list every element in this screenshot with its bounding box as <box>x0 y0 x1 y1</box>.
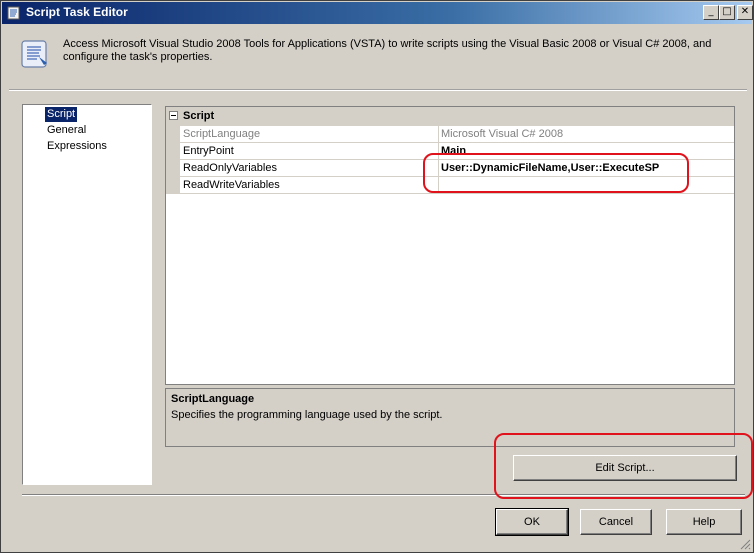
collapse-icon[interactable] <box>169 111 178 120</box>
nav-item-script[interactable]: Script <box>45 107 78 122</box>
nav-item-general[interactable]: General <box>45 123 88 138</box>
property-value-entry-point[interactable]: Main <box>439 143 734 160</box>
description-panel: ScriptLanguage Specifies the programming… <box>165 388 735 447</box>
row-gutter <box>166 143 180 160</box>
close-button[interactable]: ✕ <box>737 5 753 20</box>
property-value-script-language[interactable]: Microsoft Visual C# 2008 <box>439 126 734 143</box>
property-value-read-write-variables[interactable] <box>439 177 734 194</box>
footer-separator <box>22 494 745 496</box>
script-task-editor-window: Script Task Editor _ □ ✕ Access Microsof… <box>0 0 754 553</box>
property-name: ReadWriteVariables <box>180 177 439 194</box>
property-name: EntryPoint <box>180 143 439 160</box>
page-navigation-list[interactable]: Script General Expressions <box>22 104 152 485</box>
resize-grip-icon[interactable] <box>739 538 751 550</box>
property-grid[interactable]: Script ScriptLanguage Microsoft Visual C… <box>165 106 735 385</box>
property-name: ScriptLanguage <box>180 126 439 143</box>
property-row-script-language[interactable]: ScriptLanguage Microsoft Visual C# 2008 <box>166 126 734 143</box>
property-value-read-only-variables[interactable]: User::DynamicFileName,User::ExecuteSP <box>439 160 734 177</box>
row-gutter <box>166 177 180 194</box>
script-task-icon <box>6 5 22 21</box>
category-label: Script <box>183 110 215 122</box>
row-gutter <box>166 126 180 143</box>
minimize-button[interactable]: _ <box>703 5 719 20</box>
header-description: Access Microsoft Visual Studio 2008 Tool… <box>63 38 712 63</box>
property-name: ReadOnlyVariables <box>180 160 439 177</box>
header-separator <box>9 89 747 91</box>
script-scroll-icon <box>19 37 53 71</box>
property-row-read-only-variables[interactable]: ReadOnlyVariables User::DynamicFileName,… <box>166 160 734 177</box>
help-button[interactable]: Help <box>666 509 742 535</box>
property-row-read-write-variables[interactable]: ReadWriteVariables <box>166 177 734 194</box>
category-row-script[interactable]: Script <box>166 107 734 126</box>
window-title: Script Task Editor <box>26 5 128 19</box>
row-gutter <box>166 160 180 177</box>
description-title: ScriptLanguage <box>171 393 255 405</box>
property-row-entry-point[interactable]: EntryPoint Main <box>166 143 734 160</box>
maximize-button[interactable]: □ <box>719 5 735 20</box>
nav-item-expressions[interactable]: Expressions <box>45 139 109 154</box>
title-bar[interactable]: Script Task Editor _ □ ✕ <box>2 2 753 24</box>
description-text: Specifies the programming language used … <box>171 409 443 421</box>
ok-button[interactable]: OK <box>495 508 569 536</box>
edit-script-button[interactable]: Edit Script... <box>513 455 737 481</box>
cancel-button[interactable]: Cancel <box>580 509 652 535</box>
